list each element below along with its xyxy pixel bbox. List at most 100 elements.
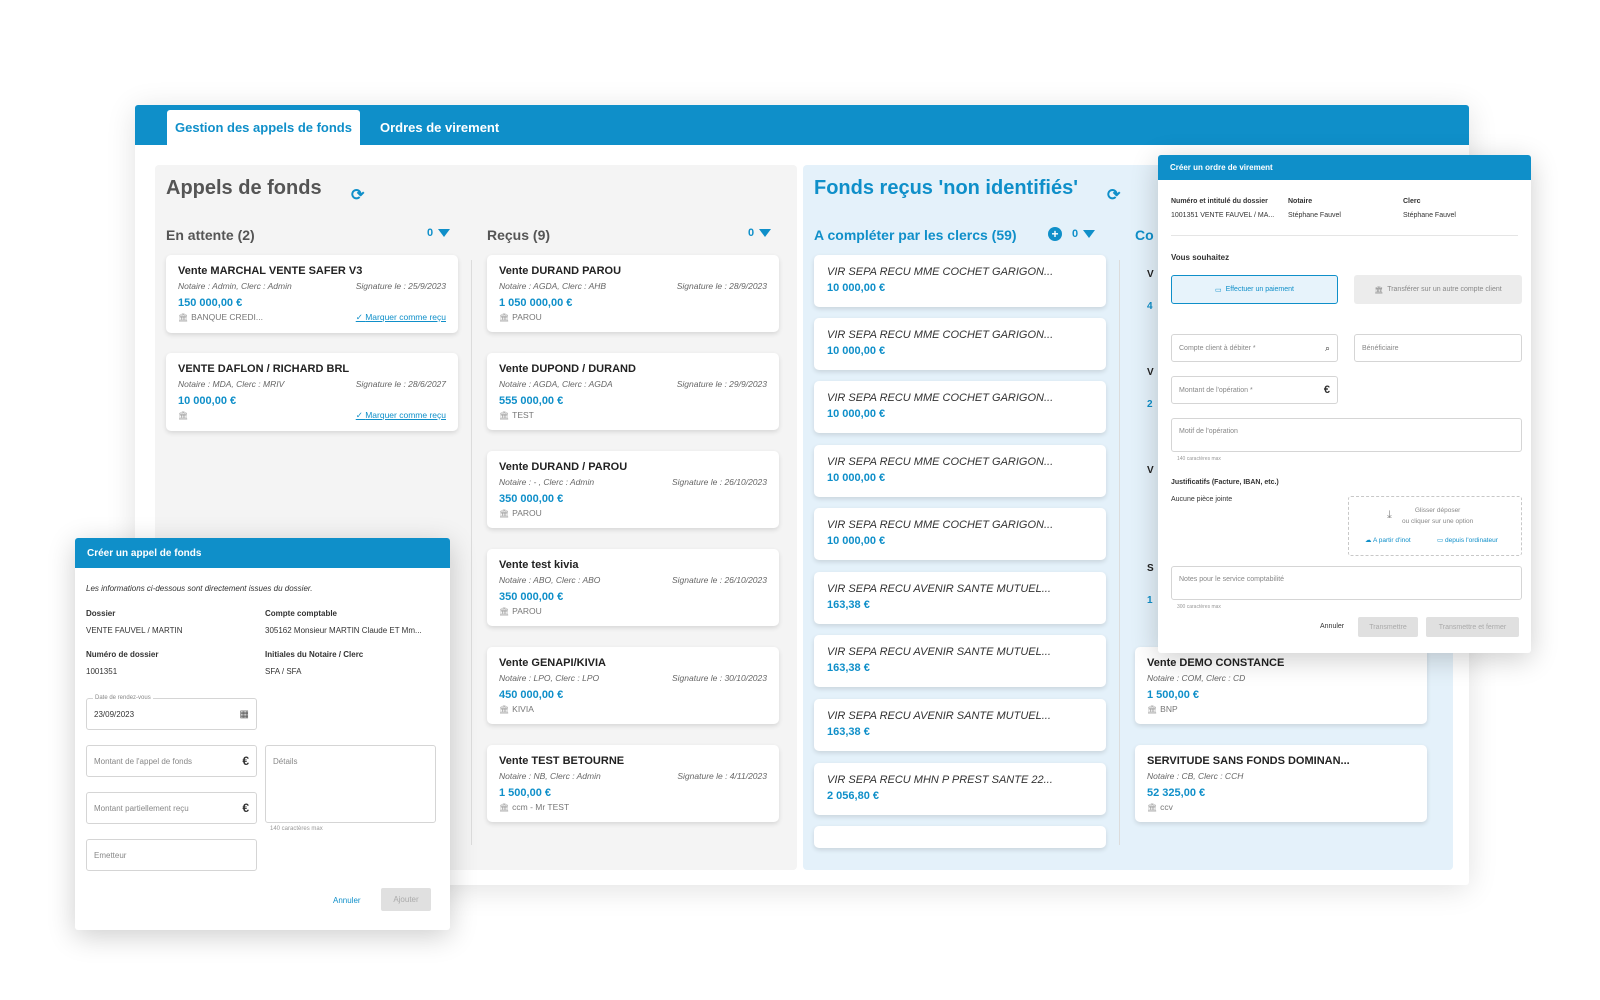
- card-amount: 1 050 000,00 €: [499, 297, 573, 309]
- card-title: VIR SEPA RECU AVENIR SANTE MUTUEL...: [827, 583, 1051, 595]
- transferer-option[interactable]: 🏛 Transférer sur un autre compte client: [1354, 275, 1522, 304]
- calendar-icon[interactable]: ▦: [240, 709, 249, 720]
- card-bank: PAROU: [512, 508, 542, 518]
- peek-text: V: [1147, 367, 1154, 378]
- filter-icon[interactable]: 0: [427, 227, 451, 239]
- refresh-icon[interactable]: ⟳: [351, 185, 364, 205]
- from-pc-button[interactable]: ▭ depuis l'ordinateur: [1437, 536, 1498, 544]
- appel-card[interactable]: Vente GENAPI/KIVIA Notaire : LPO, Clerc …: [487, 647, 779, 724]
- clerc-value: Stéphane Fauvel: [1403, 212, 1456, 219]
- card-amount: 10 000,00 €: [178, 395, 237, 407]
- refresh-icon[interactable]: ⟳: [1107, 185, 1120, 205]
- virement-card[interactable]: VIR SEPA RECU MME COCHET GARIGON... 10 00…: [814, 381, 1106, 433]
- card-title: VIR SEPA RECU MME COCHET GARIGON...: [827, 456, 1054, 468]
- numero-label: Numéro et intitulé du dossier: [1171, 198, 1268, 205]
- card-title: Vente TEST BETOURNE: [499, 755, 625, 767]
- montant-input[interactable]: Montant de l'appel de fonds €: [86, 745, 257, 777]
- montant-operation-input[interactable]: Montant de l'opération * €: [1171, 376, 1338, 404]
- appel-card[interactable]: Vente DURAND PAROU Notaire : AGDA, Clerc…: [487, 255, 779, 332]
- card-title: Vente DURAND / PAROU: [499, 461, 628, 473]
- card-signature: Signature le : 26/10/2023: [672, 477, 767, 487]
- virement-card[interactable]: VIR SEPA RECU AVENIR SANTE MUTUEL... 163,…: [814, 635, 1106, 687]
- card-amount: 450 000,00 €: [499, 689, 564, 701]
- from-inot-button[interactable]: ☁ A partir d'inot: [1365, 536, 1411, 544]
- effectuer-paiement-option[interactable]: ▭ Effectuer un paiement: [1171, 275, 1338, 304]
- bank-icon: 🏛: [499, 411, 510, 420]
- card-title: VIR SEPA RECU MME COCHET GARIGON...: [827, 519, 1054, 531]
- card-signature: Signature le : 28/9/2023: [676, 281, 767, 291]
- appels-title: Appels de fonds: [166, 177, 322, 199]
- virement-card[interactable]: VIR SEPA RECU MME COCHET GARIGON... 10 00…: [814, 255, 1106, 307]
- ajouter-button[interactable]: Ajouter: [381, 888, 431, 911]
- card-title: Vente test kivia: [499, 559, 579, 571]
- tab-appels-de-fonds[interactable]: Gestion des appels de fonds: [167, 110, 360, 145]
- card-title: VENTE DAFLON / RICHARD BRL: [178, 363, 350, 375]
- initiales-value: SFA / SFA: [265, 667, 302, 676]
- appel-card[interactable]: VENTE DAFLON / RICHARD BRL Notaire : MDA…: [166, 353, 458, 431]
- drop-text: Glisser déposer: [1414, 507, 1461, 514]
- virement-card[interactable]: [814, 826, 1106, 848]
- card-signature: Signature le : 30/10/2023: [672, 673, 767, 683]
- details-textarea[interactable]: Détails: [265, 745, 436, 823]
- filter-icon[interactable]: +0: [1048, 227, 1096, 241]
- col-recus-header: Reçus (9): [487, 227, 551, 243]
- card-signature: Signature le : 29/9/2023: [676, 379, 767, 389]
- tab-bar: Gestion des appels de fonds Ordres de vi…: [135, 105, 1469, 145]
- numero-label: Numéro de dossier: [86, 650, 159, 659]
- search-icon[interactable]: ⌕: [1325, 343, 1330, 354]
- virement-card[interactable]: VIR SEPA RECU AVENIR SANTE MUTUEL... 163,…: [814, 699, 1106, 751]
- date-field[interactable]: Date de rendez-vous 23/09/2023 ▦: [86, 695, 257, 730]
- card-notaire: Notaire : AGDA, Clerc : AGDA: [499, 379, 613, 389]
- card-title: VIR SEPA RECU MHN P PREST SANTE 22...: [827, 774, 1053, 786]
- virement-card[interactable]: VIR SEPA RECU MME COCHET GARIGON... 10 00…: [814, 318, 1106, 370]
- justificatifs-label: Justificatifs (Facture, IBAN, etc.): [1171, 479, 1279, 486]
- marquer-recu-link[interactable]: ✓ Marquer comme reçu: [356, 410, 446, 421]
- cancel-button[interactable]: Annuler: [1320, 623, 1344, 630]
- motif-hint: 140 caractères max: [1177, 456, 1221, 462]
- notaire-label: Notaire: [1288, 198, 1313, 205]
- motif-textarea[interactable]: Motif de l'opération: [1171, 418, 1522, 452]
- add-icon[interactable]: +: [1048, 227, 1062, 241]
- peek-text: 2: [1147, 399, 1153, 410]
- clerc-label: Clerc: [1403, 198, 1421, 205]
- appel-card[interactable]: Vente MARCHAL VENTE SAFER V3 Notaire : A…: [166, 255, 458, 333]
- card-notaire: Notaire : ABO, Clerc : ABO: [499, 575, 601, 585]
- bank-icon: 🏛: [499, 509, 510, 518]
- compte-client-input[interactable]: Compte client à débiter * ⌕: [1171, 334, 1338, 362]
- virement-card[interactable]: VIR SEPA RECU MME COCHET GARIGON... 10 00…: [814, 508, 1106, 560]
- beneficiaire-input[interactable]: Bénéficiaire: [1354, 334, 1522, 362]
- drop-zone[interactable]: ⤓ Glisser déposer ou cliquer sur une opti…: [1348, 496, 1522, 556]
- card-amount: 150 000,00 €: [178, 297, 243, 309]
- appel-card[interactable]: Vente DUPOND / DURAND Notaire : AGDA, Cl…: [487, 353, 779, 430]
- virement-card[interactable]: VIR SEPA RECU AVENIR SANTE MUTUEL... 163,…: [814, 572, 1106, 624]
- notes-textarea[interactable]: Notes pour le service comptabilité: [1171, 566, 1522, 600]
- transmettre-button[interactable]: Transmettre: [1358, 617, 1418, 637]
- card-bank: KIVIA: [512, 704, 534, 714]
- appel-card[interactable]: Vente TEST BETOURNE Notaire : NB, Clerc …: [487, 745, 779, 822]
- transmettre-fermer-button[interactable]: Transmettre et fermer: [1426, 617, 1519, 637]
- appel-card[interactable]: Vente test kivia Notaire : ABO, Clerc : …: [487, 549, 779, 626]
- virement-card[interactable]: VIR SEPA RECU MME COCHET GARIGON... 10 00…: [814, 445, 1106, 497]
- compte-label: Compte comptable: [265, 609, 338, 618]
- card-notaire: Notaire : Admin, Clerc : Admin: [178, 281, 292, 291]
- fonds-card[interactable]: SERVITUDE SANS FONDS DOMINAN... Notaire …: [1135, 745, 1427, 822]
- column-divider: [471, 260, 472, 845]
- appel-card[interactable]: Vente DURAND / PAROU Notaire : - , Clerc…: [487, 451, 779, 528]
- card-amount: 555 000,00 €: [499, 395, 564, 407]
- partiel-input[interactable]: Montant partiellement reçu €: [86, 792, 257, 824]
- marquer-recu-link[interactable]: ✓ Marquer comme reçu: [356, 312, 446, 323]
- fonds-card[interactable]: Vente DEMO CONSTANCE Notaire : COM, Cler…: [1135, 647, 1427, 724]
- virement-card[interactable]: VIR SEPA RECU MHN P PREST SANTE 22... 2 0…: [814, 763, 1106, 815]
- cancel-button[interactable]: Annuler: [333, 896, 361, 905]
- card-title: Vente MARCHAL VENTE SAFER V3: [178, 265, 363, 277]
- bank-icon: 🏛: [1147, 803, 1158, 812]
- card-signature: Signature le : 25/9/2023: [355, 281, 446, 291]
- bank-icon: 🏛: [499, 705, 510, 714]
- filter-icon[interactable]: 0: [748, 227, 772, 239]
- tab-ordres-de-virement[interactable]: Ordres de virement: [372, 110, 507, 145]
- card-amount: 163,38 €: [827, 599, 870, 611]
- compte-value: 305162 Monsieur MARTIN Claude ET Mm...: [265, 626, 422, 635]
- emetteur-input[interactable]: Emetteur: [86, 839, 257, 871]
- card-amount: 163,38 €: [827, 726, 870, 738]
- dialog-intro: Les informations ci-dessous sont directe…: [86, 584, 313, 593]
